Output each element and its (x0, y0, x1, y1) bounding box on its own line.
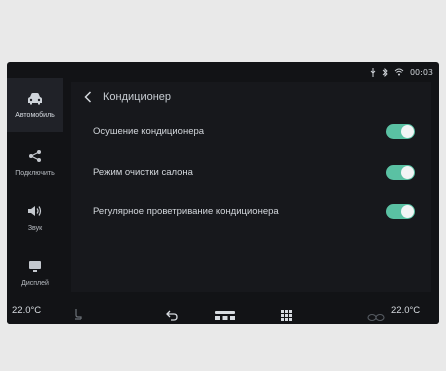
page-header: Кондиционер (71, 82, 431, 112)
wifi-icon (394, 68, 404, 76)
infotainment-screen: 00:03 Автомобиль Подключить Звук Дисплей… (7, 62, 439, 324)
hvac-icon[interactable] (214, 306, 236, 324)
toggle-knob (401, 124, 414, 138)
share-icon (27, 149, 43, 163)
fan-icon[interactable] (367, 307, 385, 324)
clock: 00:03 (409, 67, 433, 77)
sidebar-item-label: Подключить (15, 170, 55, 177)
settings-panel: Кондиционер Осушение кондиционера Режим … (71, 82, 431, 292)
chevron-left-icon (84, 88, 92, 107)
cabin-clean-toggle[interactable] (386, 164, 415, 180)
ventilation-toggle[interactable] (386, 203, 415, 219)
back-button[interactable] (75, 84, 101, 110)
photo-frame: 00:03 Автомобиль Подключить Звук Дисплей… (0, 0, 446, 371)
apps-icon[interactable] (281, 306, 292, 324)
back-icon[interactable] (166, 306, 178, 324)
seat-heat-icon[interactable] (73, 305, 83, 324)
temp-left[interactable]: 22.0°C (12, 305, 41, 316)
sidebar-item-connect[interactable]: Подключить (7, 136, 63, 190)
bluetooth-icon (382, 67, 388, 77)
display-icon (27, 259, 43, 273)
status-bar: 00:03 (370, 65, 433, 79)
temp-right[interactable]: 22.0°C (391, 305, 420, 316)
sidebar-item-label: Автомобиль (15, 112, 55, 119)
speaker-icon (27, 204, 43, 218)
setting-label: Осушение кондиционера (93, 125, 205, 137)
dehumidify-toggle[interactable] (386, 123, 415, 139)
setting-row-dehumidify[interactable]: Осушение кондиционера (71, 112, 431, 150)
setting-label: Режим очистки салона (93, 166, 193, 178)
setting-label: Регулярное проветривание кондиционера (93, 205, 279, 217)
bottom-bar: 22.0°C 22.0°C (7, 300, 439, 324)
toggle-knob (401, 204, 414, 218)
car-icon (27, 91, 43, 105)
sidebar-item-sound[interactable]: Звук (7, 191, 63, 245)
setting-row-ventilation[interactable]: Регулярное проветривание кондиционера (71, 192, 431, 230)
usb-icon (370, 67, 376, 77)
toggle-knob (401, 165, 414, 179)
page-title: Кондиционер (103, 91, 172, 103)
sidebar-item-vehicle[interactable]: Автомобиль (7, 78, 63, 132)
sidebar-item-display[interactable]: Дисплей (7, 246, 63, 300)
sidebar: Автомобиль Подключить Звук Дисплей (7, 78, 63, 300)
sidebar-item-label: Звук (27, 225, 43, 232)
sidebar-item-label: Дисплей (21, 280, 49, 287)
setting-row-cabin-clean[interactable]: Режим очистки салона (71, 153, 431, 191)
